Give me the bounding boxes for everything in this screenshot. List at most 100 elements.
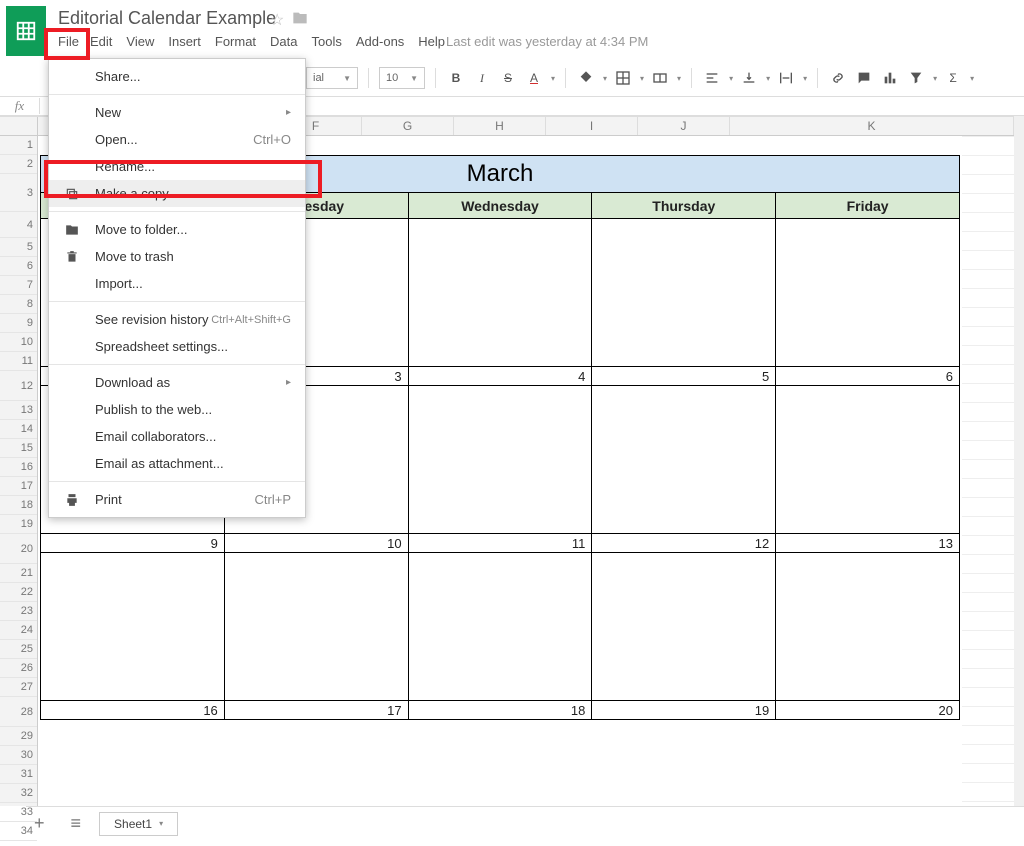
borders-button[interactable] <box>613 68 633 88</box>
file-import[interactable]: Import... <box>49 270 305 297</box>
row-header[interactable]: 4 <box>0 212 37 238</box>
row-header[interactable]: 9 <box>0 314 37 333</box>
row-header[interactable]: 22 <box>0 583 37 602</box>
file-open[interactable]: Open... Ctrl+O <box>49 126 305 153</box>
file-download-as[interactable]: Download as ▸ <box>49 369 305 396</box>
calendar-cell[interactable] <box>225 553 409 700</box>
col-header[interactable]: G <box>362 117 454 135</box>
calendar-cell[interactable] <box>592 219 776 366</box>
row-header[interactable]: 18 <box>0 496 37 515</box>
vertical-scrollbar[interactable] <box>1014 116 1024 806</box>
file-print[interactable]: Print Ctrl+P <box>49 486 305 513</box>
col-header[interactable]: K <box>730 117 1014 135</box>
menu-format[interactable]: Format <box>215 34 256 49</box>
insert-chart-button[interactable] <box>880 68 900 88</box>
calendar-date-cell[interactable]: 17 <box>225 701 409 719</box>
calendar-date-cell[interactable]: 12 <box>592 534 776 552</box>
calendar-day-header[interactable]: Friday <box>776 193 959 218</box>
row-header[interactable]: 10 <box>0 333 37 352</box>
col-header[interactable]: I <box>546 117 638 135</box>
file-spreadsheet-settings[interactable]: Spreadsheet settings... <box>49 333 305 360</box>
calendar-cell[interactable] <box>592 553 776 700</box>
calendar-cell[interactable] <box>592 386 776 533</box>
calendar-cell[interactable] <box>409 386 593 533</box>
select-all-corner[interactable] <box>0 117 38 135</box>
row-header[interactable]: 20 <box>0 534 37 564</box>
row-header[interactable]: 13 <box>0 401 37 420</box>
calendar-cell[interactable] <box>41 553 225 700</box>
calendar-date-cell[interactable]: 10 <box>225 534 409 552</box>
menu-edit[interactable]: Edit <box>90 34 112 49</box>
menu-tools[interactable]: Tools <box>312 34 342 49</box>
fill-color-button[interactable] <box>576 68 596 88</box>
row-header[interactable]: 31 <box>0 765 37 784</box>
file-email-collab[interactable]: Email collaborators... <box>49 423 305 450</box>
row-header[interactable]: 3 <box>0 174 37 212</box>
horizontal-align-button[interactable] <box>702 68 722 88</box>
functions-button[interactable]: Σ <box>943 68 963 88</box>
calendar-cell[interactable] <box>776 386 959 533</box>
col-header[interactable]: J <box>638 117 730 135</box>
font-family-select[interactable]: ial ▼ <box>306 67 358 89</box>
row-header[interactable]: 28 <box>0 697 37 727</box>
menu-insert[interactable]: Insert <box>168 34 201 49</box>
calendar-cell[interactable] <box>776 553 959 700</box>
row-header[interactable]: 19 <box>0 515 37 534</box>
calendar-date-cell[interactable]: 5 <box>592 367 776 385</box>
text-wrap-button[interactable] <box>776 68 796 88</box>
calendar-cell[interactable] <box>776 219 959 366</box>
calendar-date-cell[interactable]: 16 <box>41 701 225 719</box>
calendar-date-cell[interactable]: 20 <box>776 701 959 719</box>
filter-button[interactable] <box>906 68 926 88</box>
row-header[interactable]: 8 <box>0 295 37 314</box>
menu-view[interactable]: View <box>126 34 154 49</box>
row-header[interactable]: 26 <box>0 659 37 678</box>
all-sheets-button[interactable]: ≡ <box>63 813 90 834</box>
row-header[interactable]: 14 <box>0 420 37 439</box>
text-color-button[interactable]: A <box>524 68 544 88</box>
row-header[interactable]: 27 <box>0 678 37 697</box>
row-header[interactable]: 2 <box>0 155 37 174</box>
menu-addons[interactable]: Add-ons <box>356 34 404 49</box>
row-header[interactable]: 1 <box>0 136 37 155</box>
menu-help[interactable]: Help <box>418 34 445 49</box>
row-header[interactable]: 24 <box>0 621 37 640</box>
strikethrough-button[interactable]: S <box>498 68 518 88</box>
row-header[interactable]: 5 <box>0 238 37 257</box>
row-header[interactable]: 25 <box>0 640 37 659</box>
font-size-select[interactable]: 10 ▼ <box>379 67 425 89</box>
folder-icon[interactable] <box>292 10 308 31</box>
vertical-align-button[interactable] <box>739 68 759 88</box>
calendar-day-header[interactable]: Thursday <box>592 193 776 218</box>
star-icon[interactable]: ☆ <box>270 10 284 30</box>
calendar-date-cell[interactable]: 11 <box>409 534 593 552</box>
row-header[interactable]: 21 <box>0 564 37 583</box>
calendar-day-header[interactable]: Wednesday <box>409 193 593 218</box>
file-email-attachment[interactable]: Email as attachment... <box>49 450 305 477</box>
row-header[interactable]: 12 <box>0 371 37 401</box>
row-header[interactable]: 32 <box>0 784 37 803</box>
row-header[interactable]: 15 <box>0 439 37 458</box>
file-revision-history[interactable]: See revision history Ctrl+Alt+Shift+G <box>49 306 305 333</box>
row-header[interactable]: 6 <box>0 257 37 276</box>
bold-button[interactable]: B <box>446 68 466 88</box>
row-header[interactable]: 16 <box>0 458 37 477</box>
sheet-tab[interactable]: Sheet1 ▾ <box>99 812 178 836</box>
add-sheet-button[interactable]: + <box>26 813 53 834</box>
row-header[interactable]: 30 <box>0 746 37 765</box>
row-header[interactable]: 29 <box>0 727 37 746</box>
insert-comment-button[interactable] <box>854 68 874 88</box>
row-header[interactable]: 11 <box>0 352 37 371</box>
calendar-date-cell[interactable]: 13 <box>776 534 959 552</box>
calendar-date-cell[interactable]: 18 <box>409 701 593 719</box>
calendar-cell[interactable] <box>409 553 593 700</box>
calendar-date-cell[interactable]: 4 <box>409 367 593 385</box>
calendar-date-cell[interactable]: 9 <box>41 534 225 552</box>
file-move-to-folder[interactable]: Move to folder... <box>49 216 305 243</box>
col-header[interactable]: H <box>454 117 546 135</box>
row-header[interactable]: 7 <box>0 276 37 295</box>
calendar-date-cell[interactable]: 19 <box>592 701 776 719</box>
file-publish[interactable]: Publish to the web... <box>49 396 305 423</box>
insert-link-button[interactable] <box>828 68 848 88</box>
file-move-to-trash[interactable]: Move to trash <box>49 243 305 270</box>
